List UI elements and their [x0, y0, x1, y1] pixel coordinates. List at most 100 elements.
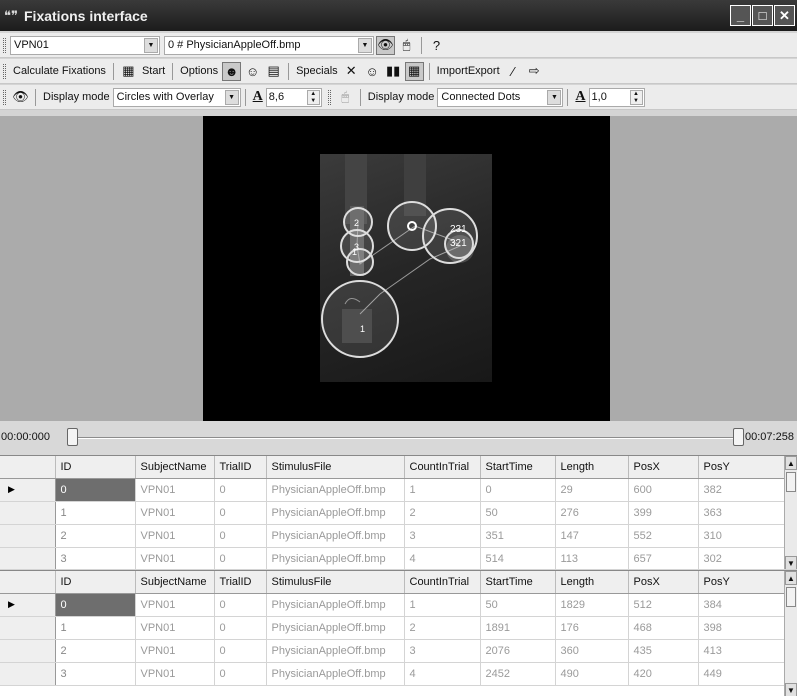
- table-cell[interactable]: 0: [214, 616, 267, 640]
- table-cell[interactable]: VPN01: [135, 547, 215, 569]
- delete-icon[interactable]: ✕: [342, 62, 361, 81]
- table-row[interactable]: 3 VPN01 0 PhysicianAppleOff.bmp 4 2452 490 420 4…: [0, 662, 785, 686]
- toolbar-grip[interactable]: [327, 89, 331, 105]
- column-header[interactable]: ID: [55, 456, 136, 479]
- table-cell[interactable]: 276: [555, 501, 629, 525]
- gaze-display-mode-select[interactable]: Circles with Overlay ▼: [112, 87, 241, 107]
- table-cell[interactable]: 413: [698, 639, 785, 663]
- table-cell[interactable]: 1: [404, 593, 481, 617]
- chevron-down-icon[interactable]: ▼: [358, 37, 372, 53]
- mouse-font-size-spinner[interactable]: 1,0 ▲ ▼: [588, 87, 645, 107]
- table-cell[interactable]: 113: [555, 547, 629, 569]
- table-row[interactable]: 2 VPN01 0 PhysicianAppleOff.bmp 3 2076 360 435 4…: [0, 639, 785, 663]
- table-cell[interactable]: VPN01: [135, 501, 215, 525]
- mouse-mode-icon[interactable]: 🖱: [397, 36, 416, 55]
- table-cell[interactable]: 552: [628, 524, 699, 548]
- table-cell[interactable]: 514: [480, 547, 556, 569]
- table-cell[interactable]: VPN01: [135, 524, 215, 548]
- table-cell[interactable]: VPN01: [135, 639, 215, 663]
- table-cell[interactable]: 3: [55, 547, 136, 569]
- scroll-down-icon[interactable]: ▼: [785, 683, 797, 696]
- table-cell[interactable]: 468: [628, 616, 699, 640]
- table-cell[interactable]: 363: [698, 501, 785, 525]
- table-row[interactable]: ▶ 0 VPN01 0 PhysicianAppleOff.bmp 1 50 1829 512 3…: [0, 593, 785, 617]
- row-selector[interactable]: [0, 639, 56, 663]
- scroll-down-icon[interactable]: ▼: [785, 556, 797, 569]
- column-header[interactable]: CountInTrial: [404, 456, 481, 479]
- gaze-mode-icon[interactable]: 👁: [376, 35, 395, 55]
- row-selector[interactable]: [0, 547, 56, 569]
- table-cell[interactable]: 384: [698, 593, 785, 617]
- table-cell[interactable]: 0: [214, 524, 267, 548]
- column-header[interactable]: Length: [555, 571, 629, 594]
- scroll-thumb[interactable]: [786, 472, 796, 492]
- table-cell[interactable]: 600: [628, 478, 699, 502]
- column-header[interactable]: StartTime: [480, 456, 556, 479]
- table-cell[interactable]: PhysicianAppleOff.bmp: [266, 478, 405, 502]
- toolbar-grip[interactable]: [3, 89, 6, 105]
- table-cell[interactable]: 490: [555, 662, 629, 686]
- timeline-end-handle[interactable]: [733, 428, 744, 446]
- table-cell[interactable]: 3: [404, 524, 481, 548]
- help-icon[interactable]: ?: [427, 36, 446, 55]
- table-cell[interactable]: 2: [404, 501, 481, 525]
- column-header[interactable]: CountInTrial: [404, 571, 481, 594]
- minimize-button[interactable]: _: [730, 5, 751, 26]
- export-icon[interactable]: ⇨: [525, 62, 544, 81]
- table-row[interactable]: ▶ 0 VPN01 0 PhysicianAppleOff.bmp 1 0 29 600 382: [0, 478, 785, 502]
- table-cell[interactable]: PhysicianAppleOff.bmp: [266, 616, 405, 640]
- table-cell[interactable]: 0: [480, 478, 556, 502]
- document-icon[interactable]: ▤: [264, 62, 283, 81]
- table-cell[interactable]: 0: [214, 547, 267, 569]
- magic-wand-icon[interactable]: ⁄: [504, 62, 523, 81]
- table-cell[interactable]: 435: [628, 639, 699, 663]
- column-header[interactable]: PosY: [698, 571, 785, 594]
- table-cell[interactable]: 2452: [480, 662, 556, 686]
- table-cell[interactable]: 147: [555, 524, 629, 548]
- table-cell[interactable]: 176: [555, 616, 629, 640]
- row-selector[interactable]: ▶: [0, 593, 56, 617]
- grid-icon[interactable]: ▦: [404, 61, 424, 81]
- column-header[interactable]: SubjectName: [135, 571, 215, 594]
- table-cell[interactable]: 302: [698, 547, 785, 569]
- table-cell[interactable]: PhysicianAppleOff.bmp: [266, 501, 405, 525]
- table-cell[interactable]: 1: [55, 616, 136, 640]
- timeline-start-handle[interactable]: [67, 428, 78, 446]
- table-cell[interactable]: 0: [214, 593, 267, 617]
- mouse-display-mode-select[interactable]: Connected Dots ▼: [437, 87, 564, 107]
- gaze-font-size-spinner[interactable]: 8,6 ▲ ▼: [265, 87, 322, 107]
- close-button[interactable]: ✕: [774, 5, 795, 26]
- maximize-button[interactable]: □: [752, 5, 773, 26]
- table-cell[interactable]: PhysicianAppleOff.bmp: [266, 639, 405, 663]
- stimulus-select[interactable]: 0 # PhysicianAppleOff.bmp ▼: [164, 35, 374, 55]
- column-header[interactable]: StimulusFile: [266, 456, 405, 479]
- options-button[interactable]: Options: [177, 62, 221, 81]
- importexport-button[interactable]: ImportExport: [434, 62, 503, 81]
- row-selector[interactable]: ▶: [0, 478, 56, 502]
- column-header[interactable]: PosX: [628, 571, 699, 594]
- toolbar-grip[interactable]: [3, 63, 6, 79]
- bar-chart-icon[interactable]: ▮▮: [384, 62, 403, 81]
- stimulus-canvas[interactable]: 2 3 1 231 321 1: [203, 116, 610, 421]
- table-cell[interactable]: 2: [55, 524, 136, 548]
- table-cell[interactable]: 1: [55, 501, 136, 525]
- table-cell[interactable]: 0: [55, 478, 136, 502]
- start-button[interactable]: Start: [139, 62, 168, 81]
- table-cell[interactable]: 449: [698, 662, 785, 686]
- table-cell[interactable]: 2: [55, 639, 136, 663]
- vertical-scrollbar[interactable]: ▲ ▼: [784, 571, 797, 696]
- spinner-arrows-icon[interactable]: ▲ ▼: [306, 89, 320, 105]
- spinner-arrows-icon[interactable]: ▲ ▼: [629, 89, 643, 105]
- table-cell[interactable]: 2076: [480, 639, 556, 663]
- timeline-track[interactable]: [78, 437, 739, 439]
- table-cell[interactable]: 657: [628, 547, 699, 569]
- table-cell[interactable]: 310: [698, 524, 785, 548]
- table-cell[interactable]: 398: [698, 616, 785, 640]
- row-selector[interactable]: [0, 662, 56, 686]
- table-row[interactable]: 2 VPN01 0 PhysicianAppleOff.bmp 3 351 147 552 31…: [0, 524, 785, 548]
- row-selector[interactable]: [0, 524, 56, 548]
- table-cell[interactable]: 1891: [480, 616, 556, 640]
- chevron-down-icon[interactable]: ▼: [547, 89, 562, 105]
- table-cell[interactable]: PhysicianAppleOff.bmp: [266, 547, 405, 569]
- table-cell[interactable]: 1829: [555, 593, 629, 617]
